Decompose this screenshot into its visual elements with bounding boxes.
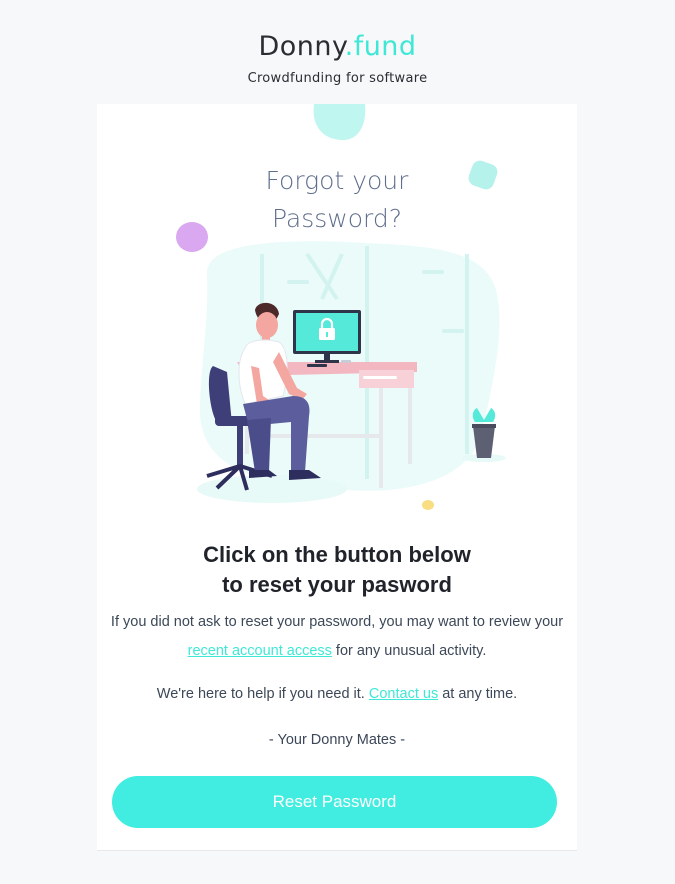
help-text-after: at any time.	[438, 686, 518, 702]
illustration-title: Forgot your Password?	[97, 162, 577, 238]
headline-line2: to reset your pasword	[222, 572, 452, 597]
notice-text-after: for any unusual activity.	[331, 643, 487, 659]
floor-shadow	[197, 475, 347, 503]
security-notice: If you did not ask to reset your passwor…	[97, 608, 577, 666]
brand-domain: .fund	[344, 31, 417, 62]
recent-account-access-link[interactable]: recent account access	[188, 643, 332, 659]
illustration-title-line2: Password?	[271, 204, 403, 233]
teal-blob-top	[313, 104, 366, 140]
contact-us-link[interactable]: Contact us	[369, 686, 438, 702]
email-card: Forgot your Password? Click on the butto…	[97, 104, 577, 851]
reset-password-button[interactable]: Reset Password	[112, 776, 557, 828]
help-text-before: We're here to help if you need it.	[156, 686, 369, 702]
signoff: - Your Donny Mates -	[268, 732, 406, 748]
brand-tagline: Crowdfunding for software	[247, 71, 428, 86]
brand-logo[interactable]: Donny.fund	[0, 30, 675, 64]
illustration-title-line1: Forgot your	[265, 166, 409, 195]
headline-line1: Click on the button below	[203, 542, 471, 567]
brand-name: Donny	[258, 31, 345, 62]
help-notice: We're here to help if you need it. Conta…	[97, 683, 577, 705]
page-headline: Click on the button below to reset your …	[97, 540, 577, 600]
yellow-blob	[422, 500, 434, 510]
email-header: Donny.fund Crowdfunding for software	[0, 0, 675, 86]
notice-text-before: If you did not ask to reset your passwor…	[110, 614, 564, 630]
